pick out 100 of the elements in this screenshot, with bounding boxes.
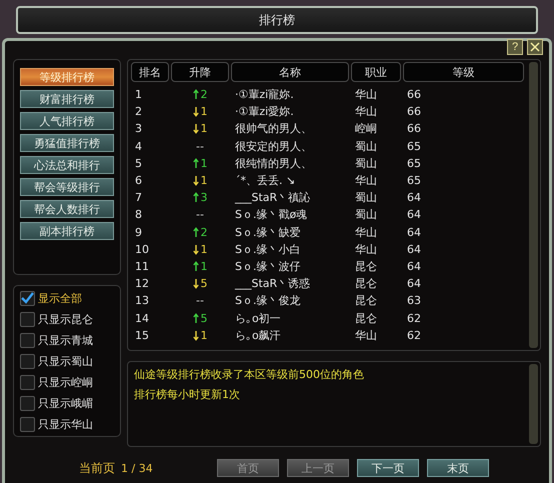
- name-cell-text: Sｏ.缘丶波仔: [234, 258, 302, 275]
- scrollbar[interactable]: [529, 364, 538, 444]
- filter-label: 只显示峨嵋: [38, 396, 93, 410]
- rank-cell-text: 2: [134, 104, 143, 120]
- down-arrow-icon: [192, 278, 198, 290]
- rank-cell-text: 6: [134, 173, 143, 190]
- rank-cell-text: 3: [134, 121, 143, 138]
- down-arrow-icon: [192, 106, 198, 118]
- change-amount: 1: [200, 105, 208, 118]
- rank-cell-text: 8: [134, 207, 143, 224]
- change-amount: 1: [200, 174, 208, 188]
- info-text: 仙途等级排行榜收录了本区等级前500位的角色: [134, 367, 365, 382]
- change-amount: 1: [200, 328, 208, 342]
- change-amount: 1: [200, 156, 208, 170]
- class-cell-text: 华山: [354, 224, 378, 241]
- checkbox[interactable]: [20, 374, 35, 390]
- name-cell-text: 很纯情的男人、: [234, 156, 313, 172]
- level-cell-text: 64: [406, 242, 422, 258]
- filter-label: 只显示蜀山: [38, 354, 93, 368]
- change-amount: 5: [200, 277, 208, 290]
- category-tab[interactable]: 人气排行榜: [20, 112, 114, 130]
- column-header[interactable]: 升降: [171, 62, 229, 82]
- down-arrow-icon: [192, 330, 198, 341]
- change-amount: --: [196, 140, 204, 153]
- up-arrow-icon: [192, 312, 198, 324]
- name-cell-text: ___StaR丶诱惑: [234, 276, 312, 292]
- filter-label: 只显示青城: [38, 332, 93, 348]
- name-cell-text: ·①輩zi寵妳.: [234, 87, 295, 104]
- rank-cell-text: 13: [134, 293, 150, 310]
- change-amount: 1: [200, 242, 208, 256]
- rank-cell-text: 11: [134, 258, 150, 275]
- help-button[interactable]: ?: [507, 39, 523, 55]
- class-cell-text: 蜀山: [354, 138, 378, 155]
- page-button[interactable]: 末页: [427, 459, 489, 477]
- name-cell-text: Sｏ.缘丶小白: [234, 242, 302, 258]
- down-arrow-icon: [192, 175, 198, 186]
- column-header[interactable]: 排名: [131, 62, 169, 82]
- change-amount: 2: [200, 226, 208, 239]
- change-amount: 5: [200, 312, 208, 325]
- checkbox[interactable]: [20, 396, 35, 410]
- rank-cell-text: 4: [134, 138, 143, 155]
- name-cell-text: ___StaR丶禛訫: [234, 190, 312, 206]
- category-tab[interactable]: 帮会等级排行: [20, 178, 114, 196]
- up-arrow-icon: [192, 260, 198, 272]
- name-cell-text: Sｏ.缘丶俊龙: [234, 293, 302, 310]
- name-cell-text: Sｏ.缘丶缺爱: [234, 224, 302, 241]
- down-arrow-icon: [192, 123, 198, 134]
- scrollbar[interactable]: [529, 62, 538, 348]
- page-button[interactable]: 下一页: [357, 459, 419, 477]
- change-amount: --: [196, 208, 204, 222]
- up-arrow-icon: [192, 226, 198, 238]
- class-cell-text: 昆仑: [354, 276, 378, 292]
- change-amount: 1: [200, 260, 208, 273]
- page-number: 1 / 34: [121, 462, 154, 474]
- rank-cell-text: 1: [134, 87, 143, 104]
- column-header[interactable]: 职业: [351, 62, 401, 82]
- down-arrow-icon: [192, 244, 198, 255]
- change-amount: 1: [200, 122, 208, 136]
- checkbox[interactable]: [20, 312, 35, 326]
- info-text: 排行榜每小时更新1次: [134, 387, 241, 402]
- category-tab[interactable]: 帮会人数排行: [20, 200, 114, 218]
- column-header[interactable]: 名称: [231, 62, 349, 82]
- rank-cell-text: 12: [134, 276, 150, 292]
- checkbox[interactable]: [20, 354, 35, 368]
- level-cell-text: 63: [406, 293, 422, 310]
- level-cell-text: 62: [406, 310, 422, 327]
- level-cell-text: 64: [406, 190, 422, 206]
- class-cell-text: 昆仑: [354, 310, 378, 327]
- rank-cell-text: 10: [134, 242, 150, 258]
- level-cell-text: 62: [406, 328, 422, 344]
- category-tab[interactable]: 勇猛值排行榜: [20, 134, 114, 152]
- up-arrow-icon: [192, 158, 198, 169]
- rank-cell-text: 14: [134, 310, 150, 327]
- category-tab[interactable]: 心法总和排行: [20, 156, 114, 174]
- class-cell-text: 蜀山: [354, 190, 378, 206]
- level-cell-text: 64: [406, 276, 422, 292]
- change-amount: --: [196, 294, 204, 308]
- name-cell-text: ら｡o初一: [234, 310, 282, 327]
- filter-label: 显示全部: [38, 290, 82, 306]
- level-cell-text: 64: [406, 258, 422, 275]
- level-cell-text: 66: [406, 121, 422, 138]
- rank-cell-text: 9: [134, 224, 143, 241]
- class-cell-text: 华山: [354, 242, 378, 258]
- column-header[interactable]: 等级: [403, 62, 524, 82]
- close-button[interactable]: [527, 39, 543, 55]
- checkbox[interactable]: [20, 290, 35, 306]
- category-tab[interactable]: 财富排行榜: [20, 90, 114, 108]
- name-cell-text: ·①輩zi愛妳.: [234, 104, 295, 120]
- category-tab[interactable]: 副本排行榜: [20, 222, 114, 240]
- class-cell-text: 华山: [354, 173, 378, 190]
- level-cell-text: 64: [406, 224, 422, 241]
- class-cell-text: 华山: [354, 87, 378, 104]
- filter-label: 只显示昆仑: [38, 312, 93, 326]
- window-title: 排行榜: [259, 12, 295, 28]
- rank-cell-text: 5: [134, 156, 143, 172]
- class-cell-text: 华山: [354, 104, 378, 120]
- name-cell-text: Sｏ.缘丶戳ø魂: [234, 207, 308, 224]
- checkbox[interactable]: [20, 332, 35, 348]
- checkbox[interactable]: [20, 416, 35, 432]
- name-cell-text: ら｡o飙汗: [234, 328, 282, 344]
